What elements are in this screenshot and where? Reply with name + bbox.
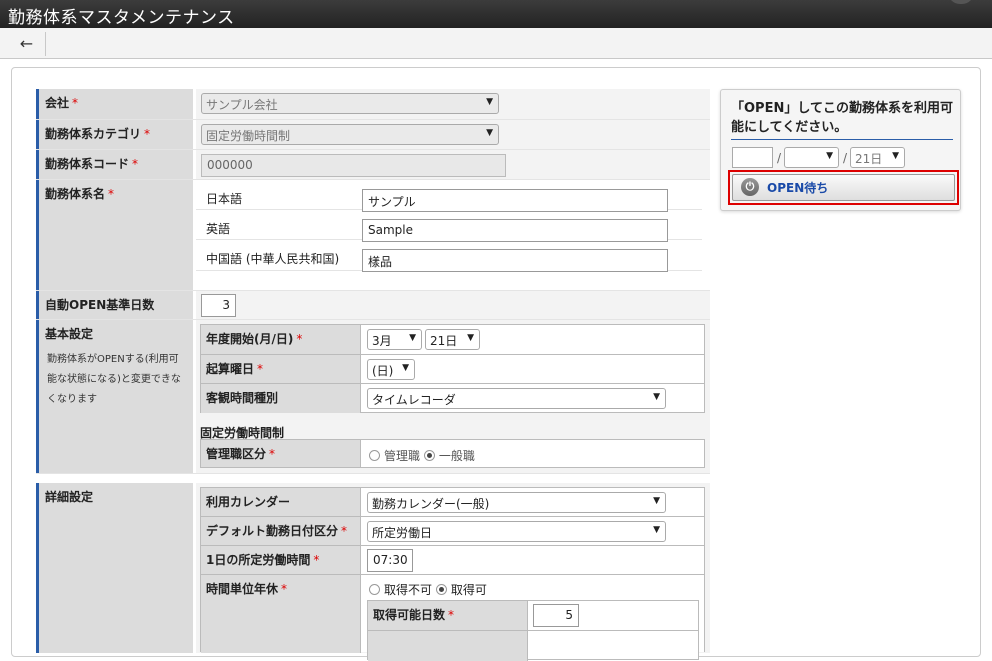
open-highlight: ⏻ OPEN待ち: [728, 170, 959, 205]
basic-settings-row: 基本設定 勤務体系がOPENする(利用可能な状態になる)と変更できなくなります …: [36, 320, 710, 474]
chevron-down-icon: ▼: [653, 525, 660, 535]
fiscal-start-label: 年度開始(月/日) *: [201, 325, 361, 354]
objective-time-label: 客観時間種別: [201, 384, 361, 413]
calendar-label: 利用カレンダー: [201, 488, 361, 516]
zh-label: 中国語 (中華人民共和国): [206, 252, 340, 266]
code-label: 勤務体系コード *: [36, 150, 193, 179]
manager-radio[interactable]: [369, 450, 380, 461]
open-message: 「OPEN」してこの勤務体系を利用可能にしてください。: [731, 99, 953, 140]
manager-table: 管理職区分 * 管理職 一般職: [200, 439, 705, 468]
hourly-leave-label: 時間単位年休 *: [201, 575, 361, 653]
basic-settings-note: 勤務体系がOPENする(利用可能な状態になる)と変更できなくなります: [47, 354, 181, 405]
auto-open-row: 自動OPEN基準日数 3: [36, 291, 710, 320]
name-ja-input[interactable]: サンプル: [362, 189, 668, 212]
open-panel: 「OPEN」してこの勤務体系を利用可能にしてください。 / ▼ / 21日 ▼ ⏻…: [720, 89, 961, 211]
chevron-down-icon: ▼: [409, 333, 416, 343]
general-radio[interactable]: [423, 450, 435, 461]
name-zh-input[interactable]: 樣品: [362, 249, 668, 272]
category-row: 勤務体系カテゴリ * 固定労働時間制 ▼: [36, 120, 710, 150]
start-weekday-select[interactable]: (日) ▼: [367, 359, 415, 380]
objective-time-select[interactable]: タイムレコーダ ▼: [367, 388, 666, 409]
detail-settings-row: 詳細設定 利用カレンダー 勤務カレンダー(一般) ▼ デフォルト勤務日付区分 * 所…: [36, 483, 710, 661]
basic-table: 年度開始(月/日) * 3月 ▼ 21日 ▼ 起算曜日 * (日) ▼ 客観時間種別 タイ…: [200, 324, 705, 413]
chevron-down-icon: ▼: [486, 128, 493, 138]
name-label: 勤務体系名 *: [36, 180, 193, 290]
window-title: 勤務体系マスタメンテナンス: [0, 0, 992, 28]
chevron-down-icon: ▼: [467, 333, 474, 343]
open-month-select[interactable]: ▼: [784, 147, 839, 168]
company-select[interactable]: サンプル会社 ▼: [201, 93, 499, 114]
company-label: 会社 *: [36, 89, 193, 119]
chevron-down-icon: ▼: [653, 392, 660, 402]
chevron-down-icon: ▼: [486, 97, 493, 107]
chevron-down-icon: ▼: [402, 363, 409, 373]
auto-open-label: 自動OPEN基準日数: [36, 291, 193, 319]
detail-table: 利用カレンダー 勤務カレンダー(一般) ▼ デフォルト勤務日付区分 * 所定労働日 ▼…: [200, 487, 705, 661]
chevron-down-icon: ▼: [826, 151, 833, 161]
open-day-select[interactable]: 21日 ▼: [850, 147, 905, 168]
category-select[interactable]: 固定労働時間制 ▼: [201, 124, 499, 145]
code-input[interactable]: 000000: [201, 154, 506, 177]
en-label: 英語: [206, 222, 231, 236]
chevron-down-icon: ▼: [892, 151, 899, 161]
basic-settings-label: 基本設定 勤務体系がOPENする(利用可能な状態になる)と変更できなくなります: [36, 320, 193, 473]
default-day-select[interactable]: 所定労働日 ▼: [367, 521, 666, 542]
default-day-label: デフォルト勤務日付区分 *: [201, 517, 361, 545]
name-row: 勤務体系名 * 日本語 サンプル 英語 Sample 中国語 (中華人民共和国) …: [36, 180, 710, 291]
toolbar: ←: [0, 28, 992, 59]
detail-settings-label: 詳細設定: [36, 483, 193, 653]
hourly-available-radio[interactable]: [435, 584, 447, 595]
corner-tab: [948, 0, 974, 4]
back-arrow-icon[interactable]: ←: [8, 32, 46, 56]
fiscal-day-select[interactable]: 21日 ▼: [425, 329, 480, 350]
hourly-unavailable-radio[interactable]: [369, 584, 380, 595]
power-icon: ⏻: [741, 178, 759, 196]
page-title: 勤務体系マスタメンテナンス: [8, 8, 235, 28]
company-row: 会社 * サンプル会社 ▼: [36, 89, 710, 120]
fiscal-month-select[interactable]: 3月 ▼: [367, 329, 422, 350]
daily-hours-label: 1日の所定労働時間 *: [201, 546, 361, 574]
auto-open-input[interactable]: 3: [201, 294, 236, 317]
calendar-select[interactable]: 勤務カレンダー(一般) ▼: [367, 492, 666, 513]
code-row: 勤務体系コード * 000000: [36, 150, 710, 180]
days-input[interactable]: 5: [533, 604, 579, 627]
start-weekday-label: 起算曜日 *: [201, 355, 361, 383]
name-en-input[interactable]: Sample: [362, 219, 668, 242]
chevron-down-icon: ▼: [653, 496, 660, 506]
open-year-input[interactable]: [732, 147, 773, 168]
daily-hours-input[interactable]: 07:30: [367, 549, 413, 572]
days-label: 取得可能日数 *: [368, 601, 528, 630]
open-button[interactable]: ⏻ OPEN待ち: [732, 174, 955, 201]
manager-label: 管理職区分 *: [201, 440, 361, 467]
category-label: 勤務体系カテゴリ *: [36, 120, 193, 149]
ja-label: 日本語: [206, 192, 243, 206]
